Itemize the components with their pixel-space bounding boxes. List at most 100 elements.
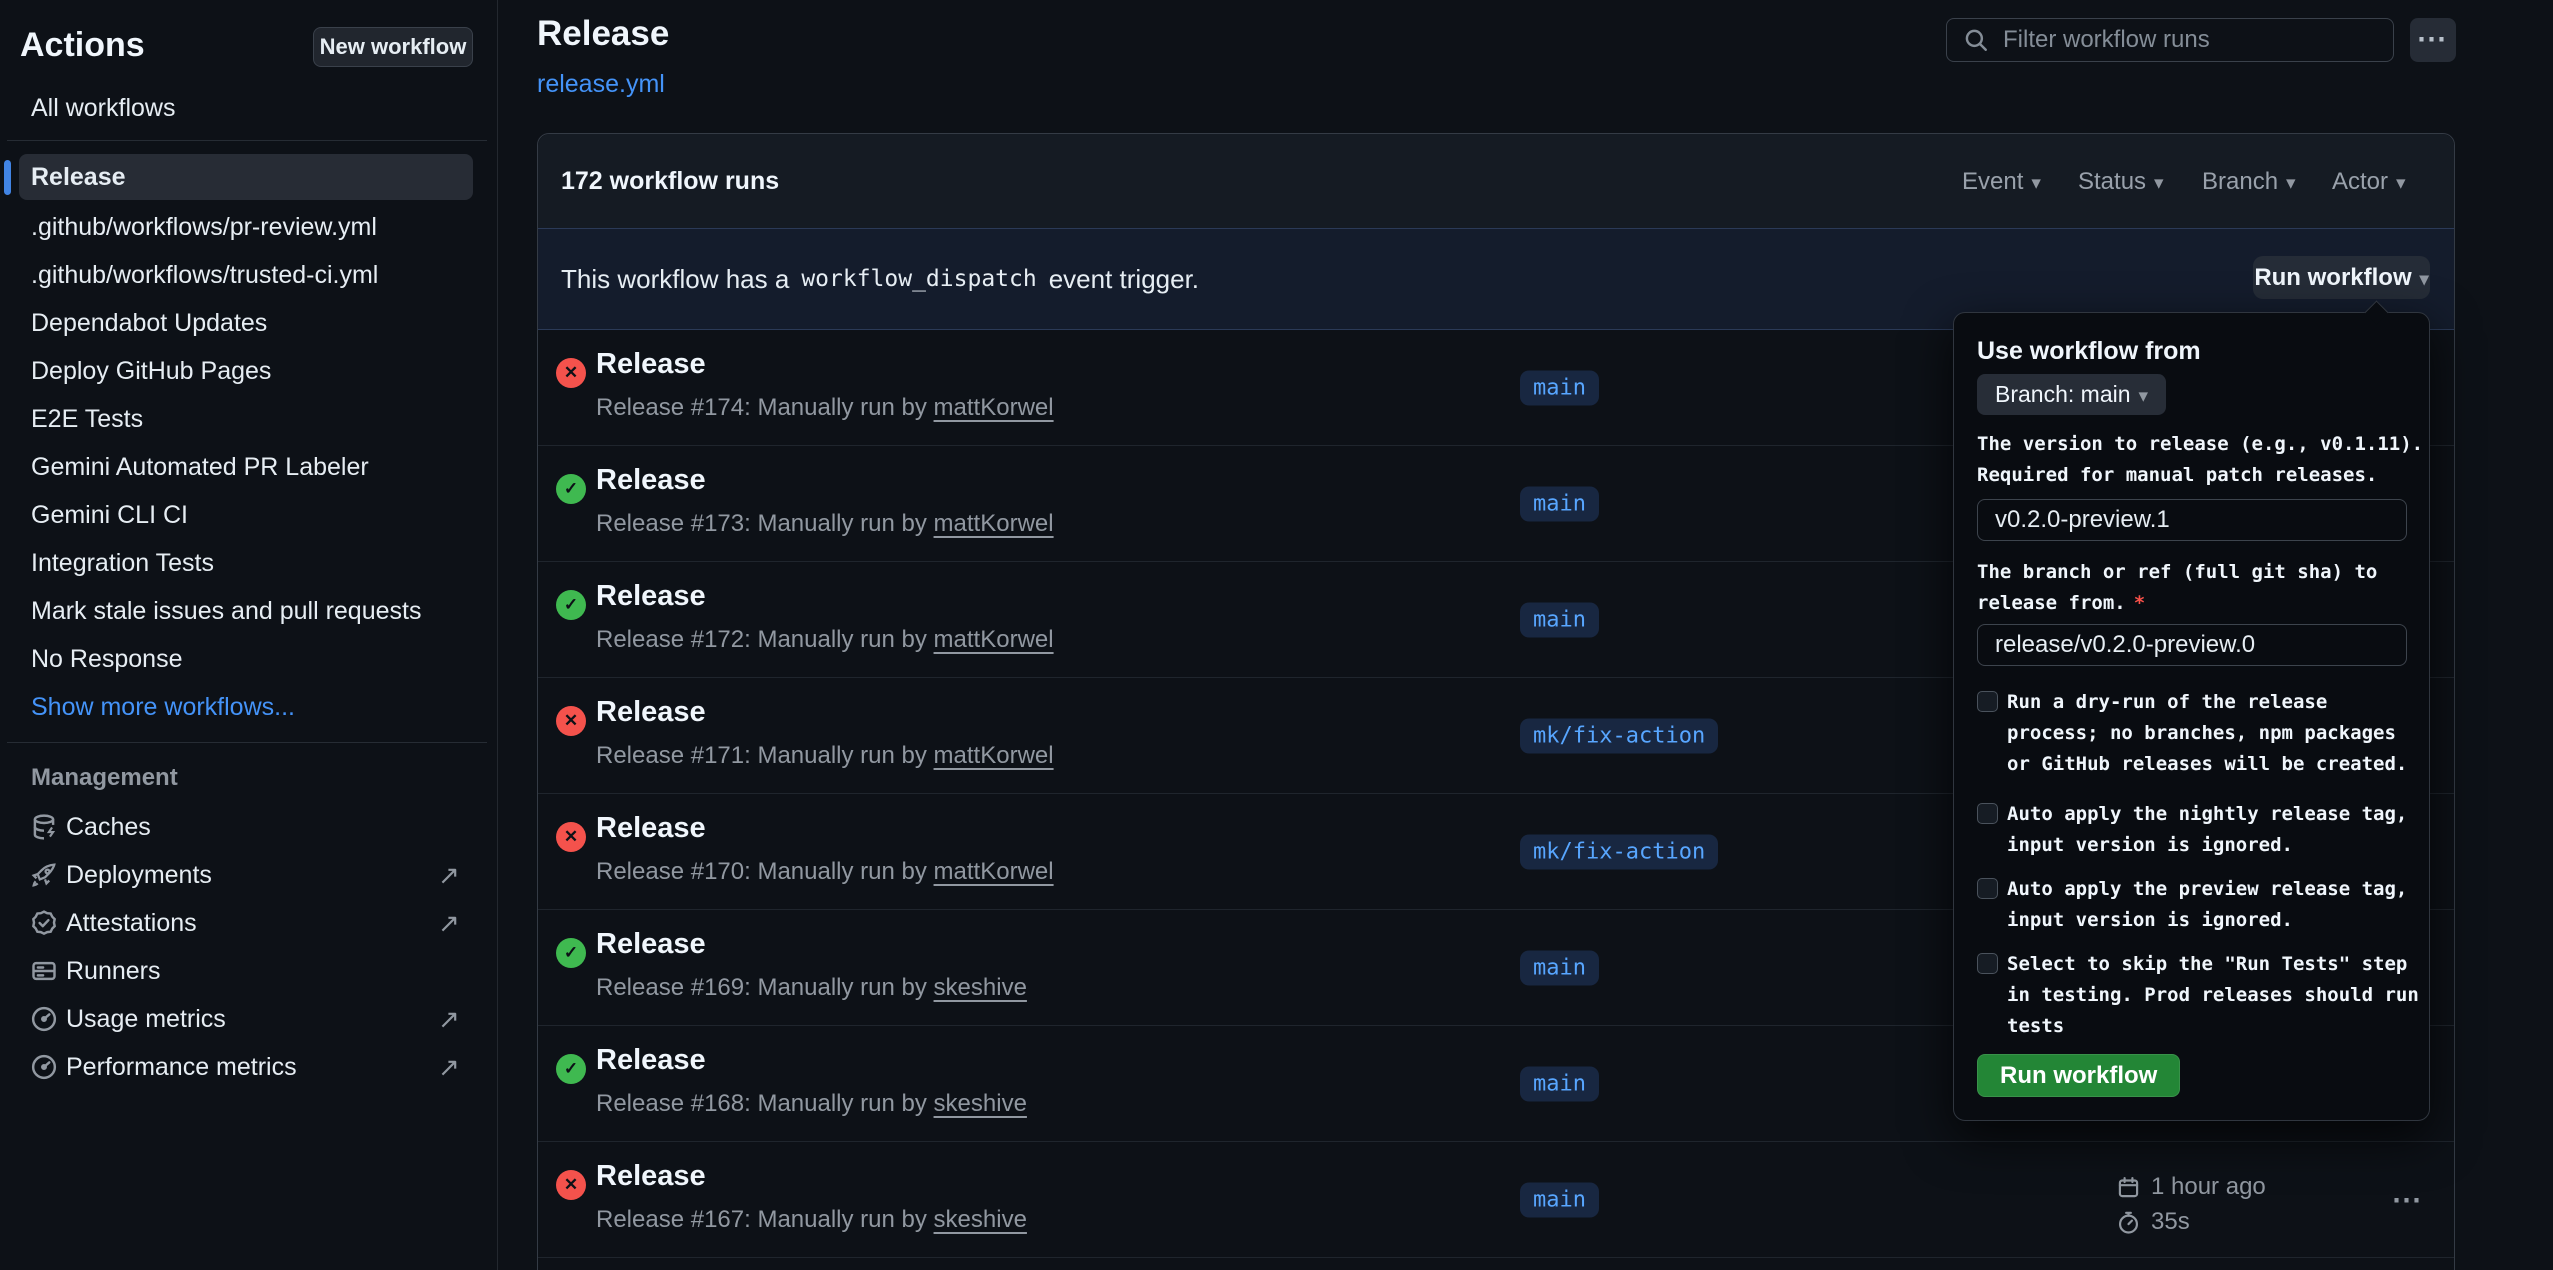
sidebar-item-attestations[interactable]: Attestations ↗ (0, 899, 498, 947)
chevron-down-icon: ▾ (2154, 173, 2164, 194)
banner-text: This workflow has a workflow_dispatch ev… (561, 229, 1199, 329)
version-input[interactable] (1977, 499, 2407, 541)
branch-badge[interactable]: mk/fix-action (1520, 834, 1718, 869)
actor-link[interactable]: skeshive (934, 974, 1027, 1001)
actor-link[interactable]: skeshive (934, 1090, 1027, 1117)
stopwatch-icon (2116, 1210, 2141, 1235)
sidebar-item-workflow[interactable]: No Response (0, 635, 498, 683)
external-link-icon: ↗ (438, 995, 460, 1043)
branch-badge[interactable]: main (1520, 1182, 1599, 1217)
actor-link[interactable]: mattKorwel (934, 858, 1054, 885)
calendar-icon (2116, 1175, 2141, 1200)
new-workflow-button[interactable]: New workflow (313, 27, 473, 67)
run-title[interactable]: Release (596, 348, 706, 381)
run-title[interactable]: Release (596, 696, 706, 729)
actor-link[interactable]: mattKorwel (934, 742, 1054, 769)
run-title[interactable]: Release (596, 1160, 706, 1193)
workflow-dispatch-code: workflow_dispatch (801, 266, 1036, 292)
sidebar-item-runners[interactable]: Runners (0, 947, 498, 995)
sidebar-item-workflow[interactable]: Gemini CLI CI (0, 491, 498, 539)
checkbox-label: Select to skip the "Run Tests" step in t… (2007, 949, 2419, 1042)
branch-badge[interactable]: main (1520, 370, 1599, 405)
branch-badge[interactable]: main (1520, 486, 1599, 521)
success-status-icon: ✓ (556, 474, 586, 504)
branch-badge[interactable]: main (1520, 950, 1599, 985)
header-kebab-menu-button[interactable]: ⋯ (2410, 18, 2456, 62)
actor-link[interactable]: mattKorwel (934, 394, 1054, 421)
filter-workflow-runs-field[interactable] (1946, 18, 2394, 62)
checkbox[interactable] (1977, 878, 1998, 899)
sidebar-item-workflow[interactable]: Dependabot Updates (0, 299, 498, 347)
meter-icon (30, 1005, 58, 1033)
search-input[interactable] (2003, 26, 2373, 54)
sidebar-item-workflow[interactable]: Deploy GitHub Pages (0, 347, 498, 395)
run-description: Release #170: Manually run by mattKorwel (596, 858, 1054, 886)
run-workflow-dropdown-button[interactable]: Run workflow▾ (2253, 256, 2430, 299)
chevron-down-icon: ▾ (2420, 269, 2429, 289)
actions-sidebar: Actions New workflow All workflows Relea… (0, 0, 498, 1270)
run-description: Release #169: Manually run by skeshive (596, 974, 1027, 1002)
actor-link[interactable]: skeshive (934, 1206, 1027, 1233)
workflow-file-link[interactable]: release.yml (537, 70, 665, 99)
actor-link[interactable]: mattKorwel (934, 626, 1054, 653)
checkbox[interactable] (1977, 803, 1998, 824)
show-more-workflows-link[interactable]: Show more workflows... (0, 683, 498, 731)
failure-status-icon: ✕ (556, 1170, 586, 1200)
sidebar-item-release-selected[interactable]: Release (19, 154, 473, 200)
run-kebab-menu-button[interactable]: ⋯ (2378, 1180, 2438, 1220)
sidebar-item-workflow[interactable]: Mark stale issues and pull requests (0, 587, 498, 635)
ref-input[interactable] (1977, 624, 2407, 666)
sidebar-item-workflow[interactable]: Integration Tests (0, 539, 498, 587)
management-section-header: Management (31, 756, 471, 800)
run-duration: 35s (2151, 1208, 2190, 1236)
sidebar-item-workflow[interactable]: .github/workflows/trusted-ci.yml (0, 251, 498, 299)
rocket-icon (30, 861, 58, 889)
sidebar-item-workflow[interactable]: .github/workflows/pr-review.yml (0, 203, 498, 251)
sidebar-item-workflow[interactable]: E2E Tests (0, 395, 498, 443)
sidebar-item-usage-metrics[interactable]: Usage metrics ↗ (0, 995, 498, 1043)
cache-icon (30, 813, 58, 841)
checkbox-label: Run a dry-run of the release process; no… (2007, 687, 2407, 780)
sidebar-item-performance-metrics[interactable]: Performance metrics ↗ (0, 1043, 498, 1091)
run-title[interactable]: Release (596, 812, 706, 845)
run-description: Release #172: Manually run by mattKorwel (596, 626, 1054, 654)
run-title[interactable]: Release (596, 1044, 706, 1077)
checkbox[interactable] (1977, 691, 1998, 712)
sidebar-item-workflow[interactable]: Gemini Automated PR Labeler (0, 443, 498, 491)
sidebar-item-label: Deployments (66, 851, 212, 899)
search-icon (1963, 27, 1989, 53)
sidebar-item-deployments[interactable]: Deployments ↗ (0, 851, 498, 899)
success-status-icon: ✓ (556, 938, 586, 968)
sidebar-item-label: Caches (66, 803, 151, 851)
branch-selector-button[interactable]: Branch: main▾ (1977, 374, 2166, 415)
selected-indicator-bar (4, 160, 11, 195)
external-link-icon: ↗ (438, 851, 460, 899)
ref-input-label: The branch or ref (full git sha) to rele… (1977, 557, 2377, 619)
actor-filter-dropdown[interactable]: Actor▾ (2332, 134, 2406, 229)
run-description: Release #168: Manually run by skeshive (596, 1090, 1027, 1118)
actor-link[interactable]: mattKorwel (934, 510, 1054, 537)
use-workflow-from-label: Use workflow from (1977, 337, 2201, 366)
sidebar-item-label: Runners (66, 947, 161, 995)
workflow-run-row[interactable]: ✕ Release Release #167: Manually run by … (538, 1142, 2454, 1258)
run-title[interactable]: Release (596, 464, 706, 497)
branch-badge[interactable]: mk/fix-action (1520, 718, 1718, 753)
branch-filter-dropdown[interactable]: Branch▾ (2202, 134, 2296, 229)
run-description: Release #167: Manually run by skeshive (596, 1206, 1027, 1234)
page-title: Release (537, 14, 669, 54)
sidebar-item-label: Performance metrics (66, 1043, 297, 1091)
checkbox[interactable] (1977, 953, 1998, 974)
card-header: 172 workflow runs Event▾ Status▾ Branch▾… (538, 134, 2454, 229)
run-title[interactable]: Release (596, 580, 706, 613)
branch-badge[interactable]: main (1520, 602, 1599, 637)
success-status-icon: ✓ (556, 590, 586, 620)
success-status-icon: ✓ (556, 1054, 586, 1084)
run-title[interactable]: Release (596, 928, 706, 961)
run-workflow-submit-button[interactable]: Run workflow (1977, 1054, 2180, 1097)
sidebar-item-all-workflows[interactable]: All workflows (0, 84, 498, 132)
event-filter-dropdown[interactable]: Event▾ (1962, 134, 2041, 229)
branch-badge[interactable]: main (1520, 1066, 1599, 1101)
status-filter-dropdown[interactable]: Status▾ (2078, 134, 2164, 229)
sidebar-item-caches[interactable]: Caches (0, 803, 498, 851)
chevron-down-icon: ▾ (2396, 173, 2406, 194)
